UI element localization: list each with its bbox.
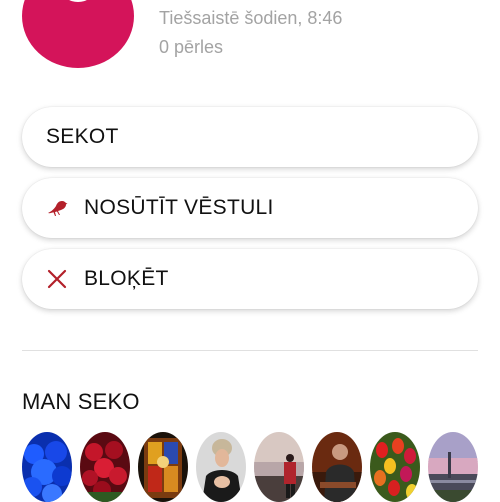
pearls-count: 0 pērles bbox=[159, 37, 224, 57]
follower-avatar[interactable] bbox=[312, 432, 362, 502]
block-button-label: BLOĶĒT bbox=[84, 267, 169, 290]
profile-avatar[interactable] bbox=[22, 0, 134, 68]
block-button[interactable]: BLOĶĒT bbox=[22, 249, 478, 309]
follower-avatar[interactable] bbox=[428, 432, 478, 502]
follow-button[interactable]: SEKOT bbox=[22, 107, 478, 167]
cross-icon bbox=[46, 268, 68, 290]
send-message-button[interactable]: NOSŪTĪT VĒSTULI bbox=[22, 178, 478, 238]
send-message-button-label: NOSŪTĪT VĒSTULI bbox=[84, 196, 274, 219]
follower-avatar[interactable] bbox=[196, 432, 246, 502]
avatar-logo-icon bbox=[62, 0, 94, 2]
pigeon-icon bbox=[46, 197, 68, 219]
online-status: Tiešsaistē šodien, 8:46 bbox=[159, 8, 343, 28]
followers-list bbox=[22, 432, 500, 502]
follow-button-label: SEKOT bbox=[46, 125, 119, 148]
follower-avatar[interactable] bbox=[22, 432, 72, 502]
follower-avatar[interactable] bbox=[80, 432, 130, 502]
follower-avatar[interactable] bbox=[370, 432, 420, 502]
section-divider bbox=[22, 350, 478, 351]
follower-avatar[interactable] bbox=[138, 432, 188, 502]
follower-avatar[interactable] bbox=[254, 432, 304, 502]
followers-title: MAN SEKO bbox=[22, 389, 140, 414]
